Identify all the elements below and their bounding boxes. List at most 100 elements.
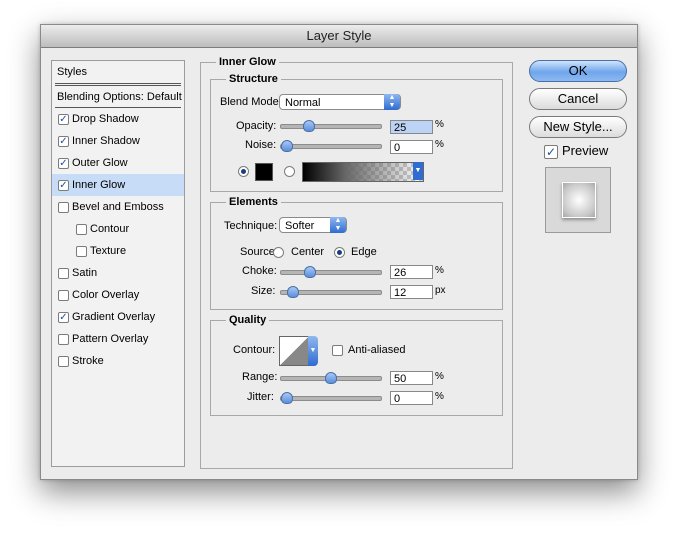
outer-glow-checkbox[interactable]: ✓ [58,158,69,169]
updown-arrows-icon: ▲ ▼ [330,217,346,233]
preview-swatch [562,182,596,218]
choke-slider-thumb[interactable] [303,266,316,278]
new-style-button[interactable]: New Style... [529,116,627,138]
contour-picker[interactable] [279,336,309,366]
style-item-blending-options-default[interactable]: Blending Options: Default [52,86,184,108]
cancel-button[interactable]: Cancel [529,88,627,110]
drop-shadow-checkbox[interactable]: ✓ [58,114,69,125]
gradient-dropdown-icon[interactable]: ▼ [413,162,423,180]
ok-button[interactable]: OK [529,60,627,82]
noise-slider[interactable] [280,144,382,149]
size-label: Size: [251,285,276,297]
preview-checkbox[interactable]: ✓ [544,145,558,159]
gradient-overlay-checkbox[interactable]: ✓ [58,312,69,323]
inner-glow-title: Inner Glow [216,56,279,68]
style-item-label: Outer Glow [72,157,128,169]
gradient-picker[interactable] [302,162,424,182]
style-item-drop-shadow[interactable]: ✓ Drop Shadow [52,108,184,130]
noise-slider-thumb[interactable] [281,140,293,152]
opacity-label: Opacity: [236,120,277,132]
choke-unit: % [435,265,444,276]
technique-label: Technique: [224,220,278,232]
range-label: Range: [242,371,278,383]
blend-mode-select[interactable]: Normal ▲ ▼ [279,94,401,110]
style-item-label: Gradient Overlay [72,311,156,323]
jitter-input[interactable]: 0 [390,391,433,405]
style-item-label: Blending Options: Default [57,91,182,103]
range-slider-thumb[interactable] [325,372,337,384]
opacity-unit: % [435,119,444,130]
opacity-slider-thumb[interactable] [303,120,315,132]
source-center-label[interactable]: Center [291,246,324,258]
gradient-radio[interactable] [284,166,295,177]
jitter-unit: % [435,391,444,402]
texture-checkbox[interactable] [76,246,87,257]
blend-mode-value: Normal [285,97,321,109]
source-edge-label[interactable]: Edge [351,246,377,258]
updown-arrows-icon: ▲ ▼ [384,94,400,110]
anti-aliased-checkbox[interactable] [332,345,343,356]
style-item-inner-glow[interactable]: ✓ Inner Glow [52,174,184,196]
technique-select[interactable]: Softer ▲ ▼ [279,217,347,233]
satin-checkbox[interactable] [58,268,69,279]
structure-title: Structure [226,73,281,85]
style-item-inner-shadow[interactable]: ✓ Inner Shadow [52,130,184,152]
pattern-overlay-checkbox[interactable] [58,334,69,345]
jitter-slider-thumb[interactable] [281,392,293,404]
blend-mode-label: Blend Mode: [220,96,282,108]
style-item-stroke[interactable]: Stroke [52,350,184,372]
jitter-label: Jitter: [247,391,274,403]
bevel-and-emboss-checkbox[interactable] [58,202,69,213]
anti-aliased-label[interactable]: Anti-aliased [348,344,405,356]
inner-shadow-checkbox[interactable]: ✓ [58,136,69,147]
list-separator [55,107,181,108]
style-item-label: Stroke [72,355,104,367]
size-slider-thumb[interactable] [287,286,299,298]
style-item-label: Bevel and Emboss [72,201,164,213]
style-item-label: Pattern Overlay [72,333,149,345]
style-item-label: Texture [90,245,127,257]
style-item-label: Inner Glow [72,179,126,191]
style-item-contour[interactable]: Contour [52,218,184,240]
preview-label[interactable]: Preview [562,143,608,158]
size-input[interactable]: 12 [390,285,433,299]
window-title: Layer Style [41,25,637,48]
contour-dropdown-icon[interactable]: ▼ [308,336,318,366]
style-item-pattern-overlay[interactable]: Pattern Overlay [52,328,184,350]
choke-input[interactable]: 26 [390,265,433,279]
style-item-outer-glow[interactable]: ✓ Outer Glow [52,152,184,174]
size-unit: px [435,285,446,296]
noise-unit: % [435,139,444,150]
technique-value: Softer [285,220,315,232]
contour-checkbox[interactable] [76,224,87,235]
source-center-radio[interactable] [273,247,284,258]
style-item-satin[interactable]: Satin [52,262,184,284]
style-item-color-overlay[interactable]: Color Overlay [52,284,184,306]
list-separator [55,83,181,84]
style-item-label: Satin [72,267,98,279]
noise-input[interactable]: 0 [390,140,433,154]
opacity-input[interactable]: 25 [390,120,433,134]
contour-label: Contour: [233,344,276,356]
source-edge-radio[interactable] [334,247,345,258]
opacity-slider[interactable] [280,124,382,129]
jitter-slider[interactable] [280,396,382,401]
style-item-label: Contour [90,223,130,235]
style-item-label: Inner Shadow [72,135,140,147]
list-separator [55,85,181,86]
style-item-bevel-and-emboss[interactable]: Bevel and Emboss [52,196,184,218]
inner-glow-checkbox[interactable]: ✓ [58,180,69,191]
style-item-gradient-overlay[interactable]: ✓ Gradient Overlay [52,306,184,328]
stroke-checkbox[interactable] [58,356,69,367]
layer-style-dialog: Layer Style Styles Blending Options: Defa… [40,24,638,480]
noise-label: Noise: [245,139,277,151]
style-item-label: Color Overlay [72,289,140,301]
style-item-styles[interactable]: Styles [52,61,184,83]
color-overlay-checkbox[interactable] [58,290,69,301]
solid-color-radio[interactable] [238,166,249,177]
glow-color-swatch[interactable] [255,163,273,181]
style-item-texture[interactable]: Texture [52,240,184,262]
styles-list: Styles Blending Options: Default ✓ Drop Sha… [51,60,185,467]
choke-slider[interactable] [280,270,382,275]
range-input[interactable]: 50 [390,371,433,385]
